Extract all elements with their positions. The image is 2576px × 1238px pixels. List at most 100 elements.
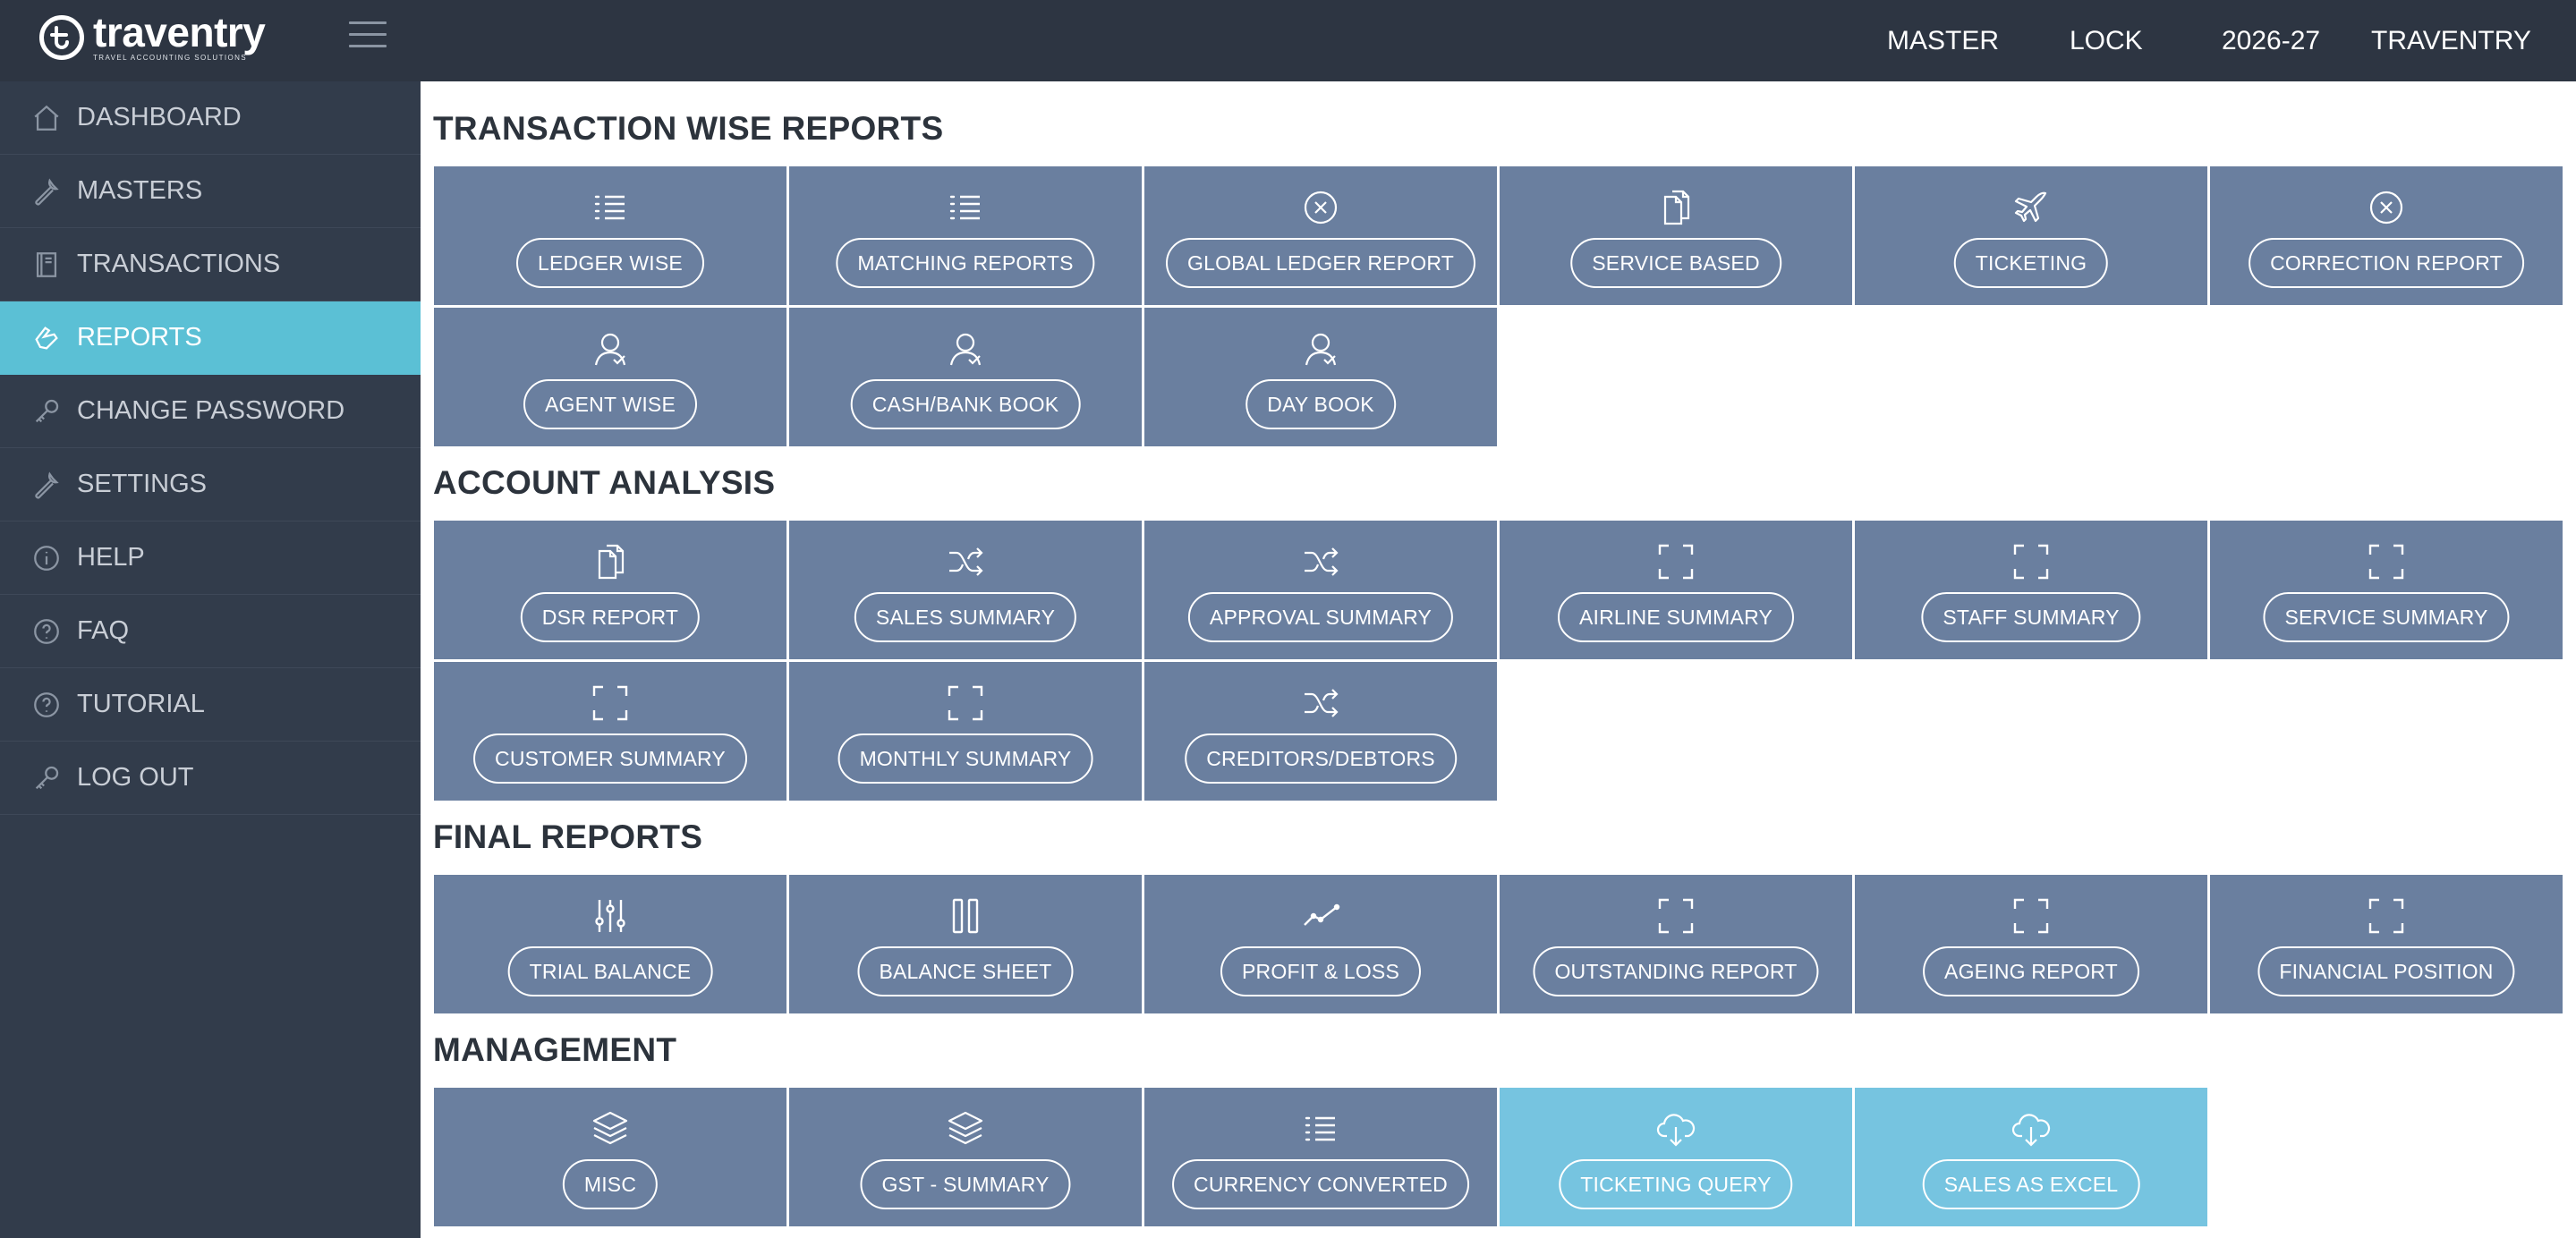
sidebar-item-masters[interactable]: MASTERS — [0, 155, 421, 228]
report-tile-currency-converted[interactable]: CURRENCY CONVERTED — [1144, 1088, 1497, 1226]
report-button-cash-bank-book[interactable]: CASH/BANK BOOK — [850, 379, 1081, 429]
report-tile-day-book[interactable]: DAY BOOK — [1144, 308, 1497, 446]
report-tile-ticketing[interactable]: TICKETING — [1855, 166, 2207, 305]
sidebar-item-dashboard[interactable]: DASHBOARD — [0, 81, 421, 155]
frame-icon — [2367, 896, 2406, 936]
report-tile-financial-position[interactable]: FINANCIAL POSITION — [2210, 875, 2563, 1013]
report-tile-gst-summary[interactable]: GST - SUMMARY — [789, 1088, 1142, 1226]
frame-icon — [946, 683, 985, 723]
report-button-creditors-debtors[interactable]: CREDITORS/DEBTORS — [1185, 733, 1457, 784]
info-icon — [30, 542, 63, 574]
report-button-ticketing-query[interactable]: TICKETING QUERY — [1559, 1159, 1793, 1209]
report-button-sales-summary[interactable]: SALES SUMMARY — [854, 592, 1077, 642]
report-tile-sales-summary[interactable]: SALES SUMMARY — [789, 521, 1142, 659]
brand-tagline: TRAVEL ACCOUNTING SOLUTIONS — [93, 53, 248, 62]
report-tile-outstanding-report[interactable]: OUTSTANDING REPORT — [1500, 875, 1852, 1013]
report-button-financial-position[interactable]: FINANCIAL POSITION — [2257, 946, 2515, 996]
report-button-service-based[interactable]: SERVICE BASED — [1570, 238, 1781, 288]
report-tile-approval-summary[interactable]: APPROVAL SUMMARY — [1144, 521, 1497, 659]
report-tile-ticketing-query[interactable]: TICKETING QUERY — [1500, 1088, 1852, 1226]
sidebar-item-transactions[interactable]: TRANSACTIONS — [0, 228, 421, 301]
menu-toggle-icon[interactable] — [349, 21, 387, 48]
report-tile-matching-reports[interactable]: MATCHING REPORTS — [789, 166, 1142, 305]
report-button-day-book[interactable]: DAY BOOK — [1245, 379, 1396, 429]
report-button-service-summary[interactable]: SERVICE SUMMARY — [2263, 592, 2510, 642]
report-button-gst-summary[interactable]: GST - SUMMARY — [860, 1159, 1071, 1209]
report-tile-correction-report[interactable]: CORRECTION REPORT — [2210, 166, 2563, 305]
frame-icon — [2011, 896, 2051, 936]
sidebar-item-label: MASTERS — [77, 176, 203, 205]
report-tile-ageing-report[interactable]: AGEING REPORT — [1855, 875, 2207, 1013]
report-tile-dsr-report[interactable]: DSR REPORT — [434, 521, 786, 659]
report-button-balance-sheet[interactable]: BALANCE SHEET — [857, 946, 1074, 996]
documents-icon — [591, 542, 630, 581]
top-nav-financial-year[interactable]: 2026-27 — [2222, 26, 2320, 56]
report-tile-ledger-wise[interactable]: LEDGER WISE — [434, 166, 786, 305]
report-button-ticketing[interactable]: TICKETING — [1953, 238, 2109, 288]
report-button-currency-converted[interactable]: CURRENCY CONVERTED — [1172, 1159, 1469, 1209]
top-bar: traventry TRAVEL ACCOUNTING SOLUTIONS MA… — [0, 0, 2576, 81]
report-button-agent-wise[interactable]: AGENT WISE — [523, 379, 697, 429]
report-button-ledger-wise[interactable]: LEDGER WISE — [516, 238, 704, 288]
sidebar-item-label: TUTORIAL — [77, 690, 205, 718]
plane-icon — [2011, 188, 2051, 227]
report-button-trial-balance[interactable]: TRIAL BALANCE — [507, 946, 713, 996]
sidebar-item-label: REPORTS — [77, 323, 202, 352]
report-button-customer-summary[interactable]: CUSTOMER SUMMARY — [473, 733, 747, 784]
user-icon — [1301, 329, 1340, 369]
report-tile-creditors-debtors[interactable]: CREDITORS/DEBTORS — [1144, 662, 1497, 801]
sidebar-item-faq[interactable]: FAQ — [0, 595, 421, 668]
report-button-ageing-report[interactable]: AGEING REPORT — [1923, 946, 2139, 996]
report-button-misc[interactable]: MISC — [562, 1159, 659, 1209]
report-button-outstanding-report[interactable]: OUTSTANDING REPORT — [1533, 946, 1819, 996]
sidebar-item-label: CHANGE PASSWORD — [77, 396, 345, 425]
report-tile-customer-summary[interactable]: CUSTOMER SUMMARY — [434, 662, 786, 801]
report-button-global-ledger-report[interactable]: GLOBAL LEDGER REPORT — [1166, 238, 1475, 288]
brand-logo[interactable]: traventry TRAVEL ACCOUNTING SOLUTIONS — [39, 12, 266, 63]
report-button-airline-summary[interactable]: AIRLINE SUMMARY — [1557, 592, 1795, 642]
shuffle-icon — [1301, 542, 1340, 581]
cloud-download-icon — [1656, 1109, 1696, 1149]
report-tile-balance-sheet[interactable]: BALANCE SHEET — [789, 875, 1142, 1013]
sidebar-item-help[interactable]: HELP — [0, 521, 421, 595]
report-tile-monthly-summary[interactable]: MONTHLY SUMMARY — [789, 662, 1142, 801]
frame-icon — [2367, 542, 2406, 581]
report-tile-agent-wise[interactable]: AGENT WISE — [434, 308, 786, 446]
logo-icon — [39, 15, 84, 60]
report-tile-global-ledger-report[interactable]: GLOBAL LEDGER REPORT — [1144, 166, 1497, 305]
report-tile-service-based[interactable]: SERVICE BASED — [1500, 166, 1852, 305]
report-button-approval-summary[interactable]: APPROVAL SUMMARY — [1187, 592, 1454, 642]
list-icon — [1301, 1109, 1340, 1149]
frame-icon — [591, 683, 630, 723]
report-button-monthly-summary[interactable]: MONTHLY SUMMARY — [837, 733, 1093, 784]
top-nav-master[interactable]: MASTER — [1887, 26, 1999, 56]
list-icon — [591, 188, 630, 227]
shuffle-icon — [946, 542, 985, 581]
sidebar-item-tutorial[interactable]: TUTORIAL — [0, 668, 421, 742]
top-nav-company[interactable]: TRAVENTRY — [2371, 26, 2531, 56]
report-button-sales-as-excel[interactable]: SALES AS EXCEL — [1922, 1159, 2140, 1209]
layers-icon — [591, 1109, 630, 1149]
close-circle-icon — [1301, 188, 1340, 227]
sidebar-item-log-out[interactable]: LOG OUT — [0, 742, 421, 815]
report-tile-trial-balance[interactable]: TRIAL BALANCE — [434, 875, 786, 1013]
report-tile-staff-summary[interactable]: STAFF SUMMARY — [1855, 521, 2207, 659]
close-circle-icon — [2367, 188, 2406, 227]
report-button-dsr-report[interactable]: DSR REPORT — [520, 592, 701, 642]
report-tile-profit-loss[interactable]: PROFIT & LOSS — [1144, 875, 1497, 1013]
top-nav-lock[interactable]: LOCK — [2070, 26, 2143, 56]
report-tile-cash-bank-book[interactable]: CASH/BANK BOOK — [789, 308, 1142, 446]
sidebar-item-reports[interactable]: REPORTS — [0, 301, 421, 375]
sidebar-item-settings[interactable]: SETTINGS — [0, 448, 421, 521]
sidebar-item-change-password[interactable]: CHANGE PASSWORD — [0, 375, 421, 448]
report-tile-airline-summary[interactable]: AIRLINE SUMMARY — [1500, 521, 1852, 659]
report-button-matching-reports[interactable]: MATCHING REPORTS — [836, 238, 1095, 288]
frame-icon — [1656, 542, 1696, 581]
report-button-profit-loss[interactable]: PROFIT & LOSS — [1220, 946, 1421, 996]
report-tile-misc[interactable]: MISC — [434, 1088, 786, 1226]
report-tile-service-summary[interactable]: SERVICE SUMMARY — [2210, 521, 2563, 659]
sidebar-item-label: TRANSACTIONS — [77, 250, 281, 278]
report-button-staff-summary[interactable]: STAFF SUMMARY — [1921, 592, 2141, 642]
report-tile-sales-as-excel[interactable]: SALES AS EXCEL — [1855, 1088, 2207, 1226]
report-button-correction-report[interactable]: CORRECTION REPORT — [2249, 238, 2524, 288]
